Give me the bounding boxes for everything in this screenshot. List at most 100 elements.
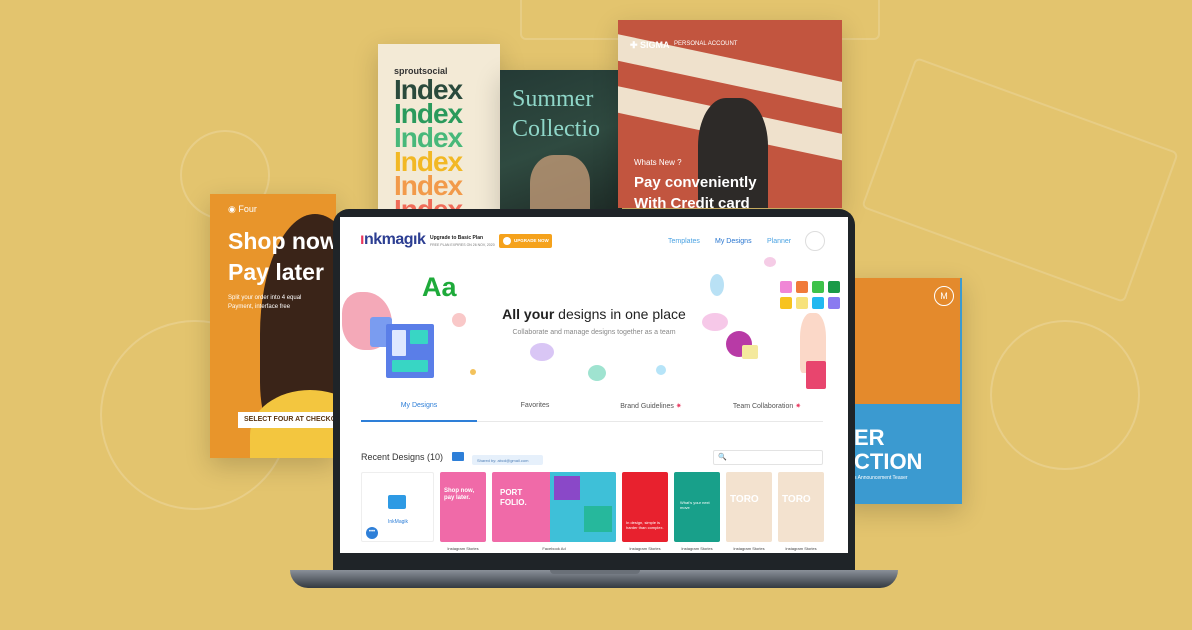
tab-label: Favorites [520, 402, 550, 409]
palette-swatch [828, 281, 840, 293]
hero-subtitle: Collaborate and manage designs together … [512, 329, 676, 336]
decor-blob [530, 343, 554, 361]
card-title-line1: Summer [512, 86, 594, 112]
nav-my-designs[interactable]: My Designs [715, 238, 752, 245]
card-headline: Pay conveniently With Credit card [634, 172, 757, 208]
sleeve-illustration [806, 361, 826, 389]
headline-line2: CTION [854, 449, 923, 474]
folder-label: InkMagik [388, 519, 409, 525]
design-thumbnail[interactable]: TORO [726, 472, 772, 542]
triangle-illustration [742, 345, 758, 359]
add-folder-icon[interactable] [452, 452, 464, 461]
whats-new-label: Whats New ? [634, 158, 682, 167]
headline-line1: Pay conveniently [634, 174, 757, 191]
inkmagik-folder[interactable]: InkMagik ••• [361, 472, 434, 542]
account-label: PERSONAL ACCOUNT [674, 41, 738, 47]
hero-title-rest: designs in one place [554, 306, 686, 322]
premium-star-icon: ✷ [675, 403, 682, 410]
index-design-card: sproutsocial Index Index Index Index Ind… [378, 44, 500, 234]
decor-blob [588, 365, 606, 381]
card-subtext: Split your order into 4 equal Payment, i… [228, 294, 301, 312]
nav-templates[interactable]: Templates [668, 238, 700, 245]
headline-line2: Pay later [228, 259, 324, 285]
active-tab-indicator [361, 420, 477, 422]
subtext-line1: Split your order into 4 equal [228, 295, 302, 301]
decor-blob [764, 257, 776, 267]
palette-swatch [780, 281, 792, 293]
design-thumbnail[interactable]: In design, simple is harder than complex… [622, 472, 668, 542]
card-badge: M [934, 286, 954, 306]
design-thumbnail[interactable]: Shop now, pay later. [440, 472, 486, 542]
background-plate-shape [990, 320, 1140, 470]
headline-line1: Shop now [228, 228, 336, 254]
thumbnail-caption: Instagram Stories [629, 546, 661, 551]
shared-by-filter[interactable]: Shared by: abcd@gmail.com [472, 455, 543, 465]
summer-collection-card: Summer Collectio [500, 70, 622, 220]
thumbnail-text: TORO [782, 494, 811, 505]
card-subtext: s Announcement Teaser [854, 475, 908, 481]
card-title-line2: Collectio [512, 116, 600, 142]
tab-team-collaboration[interactable]: Team Collaboration ✷ [709, 402, 825, 410]
upgrade-title: Upgrade to Basic Plan [430, 235, 484, 241]
hero-title-bold: All your [502, 306, 555, 322]
logo-text: nkmagık [363, 231, 426, 248]
thumbnail-accent [554, 476, 580, 500]
folder-icon [388, 495, 406, 509]
sigma-logo: ✚ SIGMA [630, 40, 670, 50]
headline-line1: ER [854, 425, 885, 450]
card-cta: SELECT FOUR AT CHECKOUT [238, 412, 336, 428]
app-screen: ınkmagık Upgrade to Basic Plan FREE PLAN… [340, 217, 848, 553]
subtext-line2: Payment, interface free [228, 304, 291, 310]
design-thumbnail[interactable]: What's your next move [674, 472, 720, 542]
thumbnail-caption: Instagram Stories [785, 546, 817, 551]
background-notebook-shape [861, 56, 1179, 304]
tab-label: My Designs [400, 402, 438, 409]
thumbnail-caption: Facebook Ad [542, 546, 566, 551]
card-headline: Shop now Pay later [228, 226, 336, 288]
plan-expiry: FREE PLAN EXPIRES ON 26 NOV, 2020 [430, 243, 495, 247]
upgrade-now-button[interactable]: UPGRADE NOW [499, 234, 552, 248]
thumbnail-text: PORT FOLIO. [500, 488, 527, 507]
upgrade-button-label: UPGRADE NOW [514, 238, 549, 243]
decor-blob [710, 274, 724, 296]
design-tabs: My Designs Favorites Brand Guidelines ✷ … [361, 392, 823, 422]
headline-line2: With Credit card [634, 195, 750, 208]
typography-icon: Aa [422, 272, 457, 302]
search-icon: 🔍 [718, 454, 727, 461]
palette-swatch [812, 281, 824, 293]
nav-planner[interactable]: Planner [767, 238, 791, 245]
premium-star-icon: ✷ [795, 403, 802, 410]
design-thumbnail[interactable]: TORO [778, 472, 824, 542]
more-options-icon[interactable]: ••• [366, 527, 378, 539]
coin-icon [503, 237, 511, 245]
four-logo: ◉ Four [228, 204, 257, 214]
inkmagik-logo[interactable]: ınkmagık [360, 231, 426, 249]
thumbnail-caption: Instagram Stories [681, 546, 713, 551]
palette-swatch [796, 281, 808, 293]
laptop-notch [550, 570, 640, 574]
recent-designs-heading: Recent Designs (10) [361, 452, 444, 462]
tab-favorites[interactable]: Favorites [477, 402, 593, 409]
layout-block [392, 360, 428, 372]
thumbnail-caption: Instagram Stories [447, 546, 479, 551]
thumbnail-text: TORO [730, 494, 759, 505]
design-thumbnail[interactable]: PORT FOLIO. [492, 472, 616, 542]
thumbnail-text: Shop now, pay later. [444, 488, 475, 501]
tab-label: Brand Guidelines [620, 403, 674, 410]
hero-title: All your designs in one place [340, 306, 848, 322]
tab-brand-guidelines[interactable]: Brand Guidelines ✷ [593, 402, 709, 410]
thumbnail-caption: Instagram Stories [733, 546, 765, 551]
sigma-card: ✚ SIGMA PERSONAL ACCOUNT Whats New ? Pay… [618, 20, 842, 208]
card-headline: ER CTION [854, 426, 922, 474]
tab-my-designs[interactable]: My Designs [361, 402, 477, 409]
four-card: ◉ Four Shop now Pay later Split your ord… [210, 194, 336, 458]
search-input[interactable]: 🔍 [713, 450, 823, 465]
tab-label: Team Collaboration [732, 403, 794, 410]
user-avatar[interactable] [805, 231, 825, 251]
decor-blob [470, 369, 476, 375]
thumbnail-text: In design, simple is harder than complex… [626, 520, 664, 530]
thumbnail-accent [584, 506, 612, 532]
decor-blob [656, 365, 666, 375]
collection-card: M ER CTION s Announcement Teaser [840, 278, 962, 504]
thumbnail-text: What's your next move [680, 500, 710, 510]
